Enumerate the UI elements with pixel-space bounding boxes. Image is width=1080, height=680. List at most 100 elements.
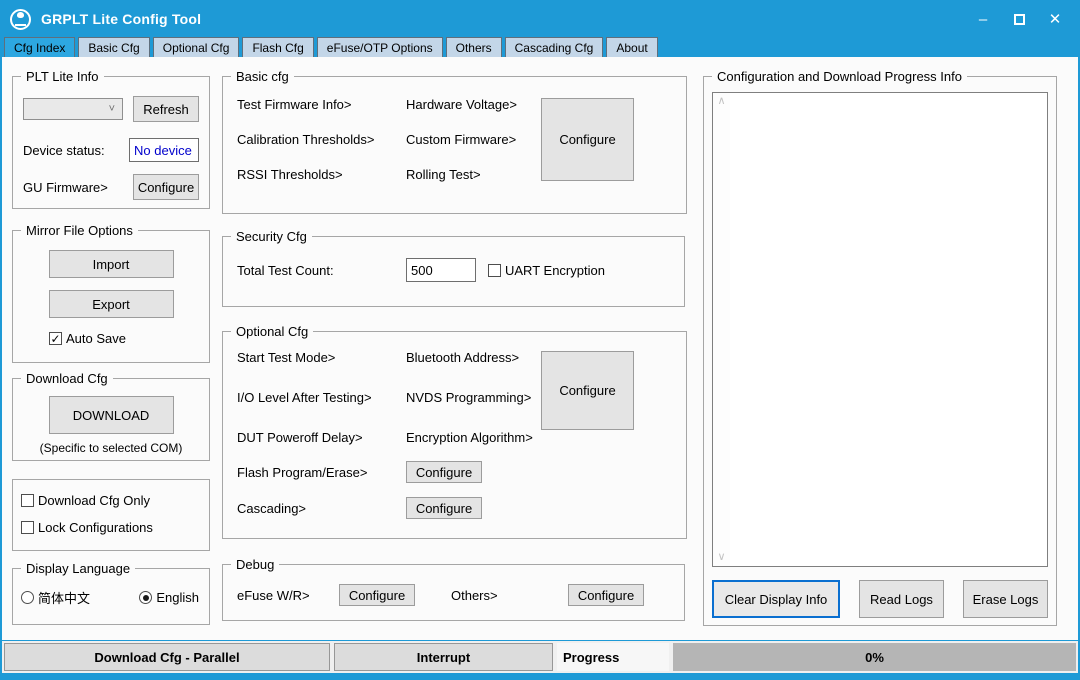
basic-cfg-title: Basic cfg xyxy=(231,69,294,84)
interrupt-button[interactable]: Interrupt xyxy=(334,643,553,671)
window-title: GRPLT Lite Config Tool xyxy=(41,11,201,27)
nvds-programming-label: NVDS Programming> xyxy=(406,391,541,404)
download-button[interactable]: DOWNLOAD xyxy=(49,396,174,434)
io-level-after-testing-label: I/O Level After Testing> xyxy=(237,391,406,404)
tab-cascading-cfg[interactable]: Cascading Cfg xyxy=(505,37,604,57)
maximize-icon xyxy=(1014,14,1025,25)
start-test-mode-label: Start Test Mode> xyxy=(237,351,406,364)
test-firmware-info-label: Test Firmware Info> xyxy=(237,98,406,111)
plt-lite-info-group: PLT Lite Info ˅ Refresh Device status: N… xyxy=(12,69,210,209)
optional-cfg-title: Optional Cfg xyxy=(231,324,313,339)
maximize-button[interactable] xyxy=(1004,6,1034,32)
read-logs-button[interactable]: Read Logs xyxy=(859,580,944,618)
refresh-button[interactable]: Refresh xyxy=(133,96,199,122)
gu-firmware-label: GU Firmware> xyxy=(23,180,108,195)
auto-save-label: Auto Save xyxy=(66,331,126,346)
efuse-wr-label: eFuse W/R> xyxy=(237,588,339,603)
custom-firmware-label: Custom Firmware> xyxy=(406,133,541,146)
page-content: PLT Lite Info ˅ Refresh Device status: N… xyxy=(2,57,1078,640)
rssi-thresholds-label: RSSI Thresholds> xyxy=(237,168,406,181)
uart-encryption-label: UART Encryption xyxy=(505,263,605,278)
progress-label: Progress xyxy=(557,643,669,671)
download-cfg-only-label: Download Cfg Only xyxy=(38,493,150,508)
tab-basic-cfg[interactable]: Basic Cfg xyxy=(78,37,149,57)
display-language-group: Display Language 简体中文 English xyxy=(12,561,210,625)
security-cfg-group: Security Cfg Total Test Count: UART Encr… xyxy=(222,229,685,307)
chevron-down-icon: ˅ xyxy=(109,103,115,115)
basic-cfg-group: Basic cfg Test Firmware Info> Calibratio… xyxy=(222,69,687,214)
app-window: GRPLT Lite Config Tool – ✕ Cfg Index Bas… xyxy=(0,0,1080,680)
log-scrollbar[interactable]: ∧ ∨ xyxy=(713,93,730,566)
flash-program-erase-label: Flash Program/Erase> xyxy=(237,465,406,480)
dut-poweroff-delay-label: DUT Poweroff Delay> xyxy=(237,431,406,444)
app-logo-icon xyxy=(10,9,31,30)
download-cfg-title: Download Cfg xyxy=(21,371,113,386)
export-button[interactable]: Export xyxy=(49,290,174,318)
mirror-file-options-title: Mirror File Options xyxy=(21,223,138,238)
plt-lite-info-title: PLT Lite Info xyxy=(21,69,104,84)
import-button[interactable]: Import xyxy=(49,250,174,278)
tab-bar: Cfg Index Basic Cfg Optional Cfg Flash C… xyxy=(2,36,1078,57)
encryption-algorithm-label: Encryption Algorithm> xyxy=(406,431,541,444)
language-chinese-label: 简体中文 xyxy=(38,588,90,607)
tab-cfg-index[interactable]: Cfg Index xyxy=(4,37,75,57)
auto-save-checkbox[interactable]: ✓ xyxy=(49,332,62,345)
lock-configurations-label: Lock Configurations xyxy=(38,520,153,535)
download-note: (Specific to selected COM) xyxy=(13,441,209,455)
download-cfg-parallel-button[interactable]: Download Cfg - Parallel xyxy=(4,643,330,671)
left-panel: PLT Lite Info ˅ Refresh Device status: N… xyxy=(12,69,210,640)
language-english-label: English xyxy=(156,590,199,605)
optional-cfg-configure-button[interactable]: Configure xyxy=(541,351,634,430)
download-cfg-only-checkbox[interactable] xyxy=(21,494,34,507)
download-cfg-group: Download Cfg DOWNLOAD (Specific to selec… xyxy=(12,371,210,461)
log-output-text xyxy=(730,93,1047,566)
global-options-box: Download Cfg Only Lock Configurations xyxy=(12,479,210,551)
tab-others[interactable]: Others xyxy=(446,37,502,57)
scroll-up-icon[interactable]: ∧ xyxy=(717,96,725,107)
tab-optional-cfg[interactable]: Optional Cfg xyxy=(153,37,240,57)
total-test-count-input[interactable] xyxy=(406,258,476,282)
flash-program-erase-configure-button[interactable]: Configure xyxy=(406,461,482,483)
cascading-configure-button[interactable]: Configure xyxy=(406,497,482,519)
window-bottom-border xyxy=(2,673,1078,678)
mirror-file-options-group: Mirror File Options Import Export ✓ Auto… xyxy=(12,223,210,363)
right-panel: Configuration and Download Progress Info… xyxy=(703,69,1057,640)
basic-cfg-configure-button[interactable]: Configure xyxy=(541,98,634,181)
center-panel: Basic cfg Test Firmware Info> Calibratio… xyxy=(222,69,685,640)
debug-group: Debug eFuse W/R> Configure Others> Confi… xyxy=(222,557,685,621)
log-display-area[interactable]: ∧ ∨ xyxy=(712,92,1048,567)
others-label: Others> xyxy=(451,588,568,603)
progress-value: 0% xyxy=(865,650,884,665)
calibration-thresholds-label: Calibration Thresholds> xyxy=(237,133,406,146)
progress-bar: 0% xyxy=(673,643,1076,671)
clear-display-info-button[interactable]: Clear Display Info xyxy=(712,580,840,618)
gu-firmware-configure-button[interactable]: Configure xyxy=(133,174,199,200)
tab-flash-cfg[interactable]: Flash Cfg xyxy=(242,37,313,57)
com-port-select[interactable]: ˅ xyxy=(23,98,123,120)
close-button[interactable]: ✕ xyxy=(1040,6,1070,32)
device-status-label: Device status: xyxy=(23,143,105,158)
cascading-label: Cascading> xyxy=(237,501,406,516)
security-cfg-title: Security Cfg xyxy=(231,229,312,244)
language-english-radio[interactable] xyxy=(139,591,152,604)
lock-configurations-checkbox[interactable] xyxy=(21,521,34,534)
debug-title: Debug xyxy=(231,557,279,572)
optional-cfg-group: Optional Cfg Start Test Mode> I/O Level … xyxy=(222,324,687,539)
efuse-wr-configure-button[interactable]: Configure xyxy=(339,584,415,606)
uart-encryption-checkbox[interactable] xyxy=(488,264,501,277)
title-bar: GRPLT Lite Config Tool – ✕ xyxy=(2,2,1078,36)
others-configure-button[interactable]: Configure xyxy=(568,584,644,606)
rolling-test-label: Rolling Test> xyxy=(406,168,541,181)
tab-about[interactable]: About xyxy=(606,37,657,57)
minimize-button[interactable]: – xyxy=(968,6,998,32)
progress-info-title: Configuration and Download Progress Info xyxy=(712,69,967,84)
status-bar: Download Cfg - Parallel Interrupt Progre… xyxy=(2,640,1078,673)
erase-logs-button[interactable]: Erase Logs xyxy=(963,580,1048,618)
tab-efuse-otp-options[interactable]: eFuse/OTP Options xyxy=(317,37,443,57)
display-language-title: Display Language xyxy=(21,561,135,576)
progress-info-group: Configuration and Download Progress Info… xyxy=(703,69,1057,626)
scroll-down-icon[interactable]: ∨ xyxy=(717,552,725,563)
total-test-count-label: Total Test Count: xyxy=(237,263,406,278)
hardware-voltage-label: Hardware Voltage> xyxy=(406,98,541,111)
language-chinese-radio[interactable] xyxy=(21,591,34,604)
